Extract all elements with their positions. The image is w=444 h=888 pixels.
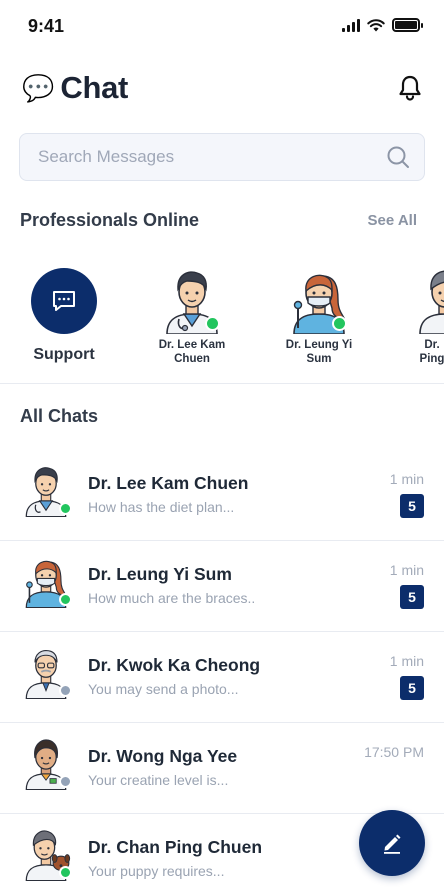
chat-preview: Your puppy requires... [88, 863, 225, 879]
wifi-icon [367, 18, 385, 31]
online-status-dot [59, 593, 72, 606]
chat-time: 1 min [389, 471, 424, 487]
chat-preview: How has the diet plan... [88, 499, 235, 515]
signal-icon [342, 18, 360, 32]
chat-preview: You may send a photo... [88, 681, 239, 697]
see-all-link[interactable]: See All [368, 212, 417, 229]
chat-name: Dr. Kwok Ka Cheong [88, 655, 261, 675]
divider [0, 383, 444, 384]
professional-item[interactable]: Dr. Leung Yi Sum [264, 262, 374, 366]
offline-status-dot [59, 775, 72, 788]
unread-badge: 5 [400, 676, 424, 700]
professional-item[interactable]: Dr. Lee Kam Chuen [137, 262, 247, 366]
status-time: 9:41 [28, 16, 65, 36]
notifications-button[interactable] [396, 74, 424, 102]
title-wrap: 💬 Chat [22, 70, 128, 106]
avatar [20, 552, 72, 609]
chat-preview: Your creatine level is... [88, 772, 229, 788]
all-chats-header: All Chats [20, 406, 417, 427]
unread-badge: 5 [400, 494, 424, 518]
online-status-dot [332, 316, 347, 331]
chat-row[interactable]: Dr. Lee Kam Chuen How has the diet plan.… [0, 447, 444, 538]
page-title: Chat [60, 70, 129, 105]
avatar [286, 264, 352, 335]
status-bar: 9:41 [0, 0, 444, 50]
all-chats-title: All Chats [20, 406, 99, 426]
online-status-dot [59, 502, 72, 515]
support-label: Support [33, 346, 95, 363]
professionals-title: Professionals Online [20, 210, 200, 230]
chat-row[interactable]: Dr. Kwok Ka Cheong You may send a photo.… [0, 629, 444, 720]
avatar [20, 734, 72, 791]
chat-name: Dr. Wong Nga Yee [88, 746, 238, 766]
search-icon[interactable] [386, 145, 410, 169]
pencil-icon [384, 834, 401, 854]
unread-badge: 5 [400, 585, 424, 609]
compose-button[interactable] [359, 810, 425, 876]
chat-row[interactable]: Dr. Wong Nga Yee Your creatine level is.… [0, 720, 444, 811]
professionals-carousel[interactable]: Support Dr. Lee Kam Chuen Dr. Leung Yi S… [0, 262, 444, 382]
header: 💬 Chat [22, 66, 424, 110]
chat-time: 1 min [389, 562, 424, 578]
support-button[interactable] [31, 268, 97, 334]
professionals-header: Professionals Online See All [20, 210, 417, 231]
chat-row[interactable]: Dr. Leung Yi Sum How much are the braces… [0, 538, 444, 629]
battery-icon [392, 18, 423, 32]
professional-name: Dr. Ping [419, 339, 444, 365]
chat-time: 1 min [389, 653, 424, 669]
professional-item[interactable]: Dr. Ping [390, 262, 444, 366]
offline-status-dot [59, 684, 72, 697]
bell-icon [399, 75, 421, 101]
chat-name: Dr. Lee Kam Chuen [88, 473, 249, 493]
chat-bubble-icon [53, 291, 75, 311]
online-status-dot [59, 866, 72, 879]
avatar [20, 643, 72, 700]
chat-name: Dr. Leung Yi Sum [88, 564, 232, 584]
avatar [20, 461, 72, 518]
search-input[interactable] [38, 147, 386, 167]
avatar [159, 264, 225, 335]
support-item[interactable]: Support [9, 262, 119, 364]
doctor-avatar-icon [419, 270, 444, 335]
status-icons [342, 18, 423, 32]
chat-name: Dr. Chan Ping Chuen [88, 837, 263, 857]
avatar [412, 264, 444, 335]
professional-name: Dr. Lee Kam Chuen [158, 339, 226, 365]
online-status-dot [205, 316, 220, 331]
speech-bubble-icon: 💬 [22, 73, 55, 103]
chat-time: 17:50 PM [364, 744, 424, 760]
avatar [20, 825, 72, 882]
search-bar [19, 133, 425, 181]
chat-preview: How much are the braces.. [88, 590, 256, 606]
professional-name: Dr. Leung Yi Sum [285, 339, 353, 365]
